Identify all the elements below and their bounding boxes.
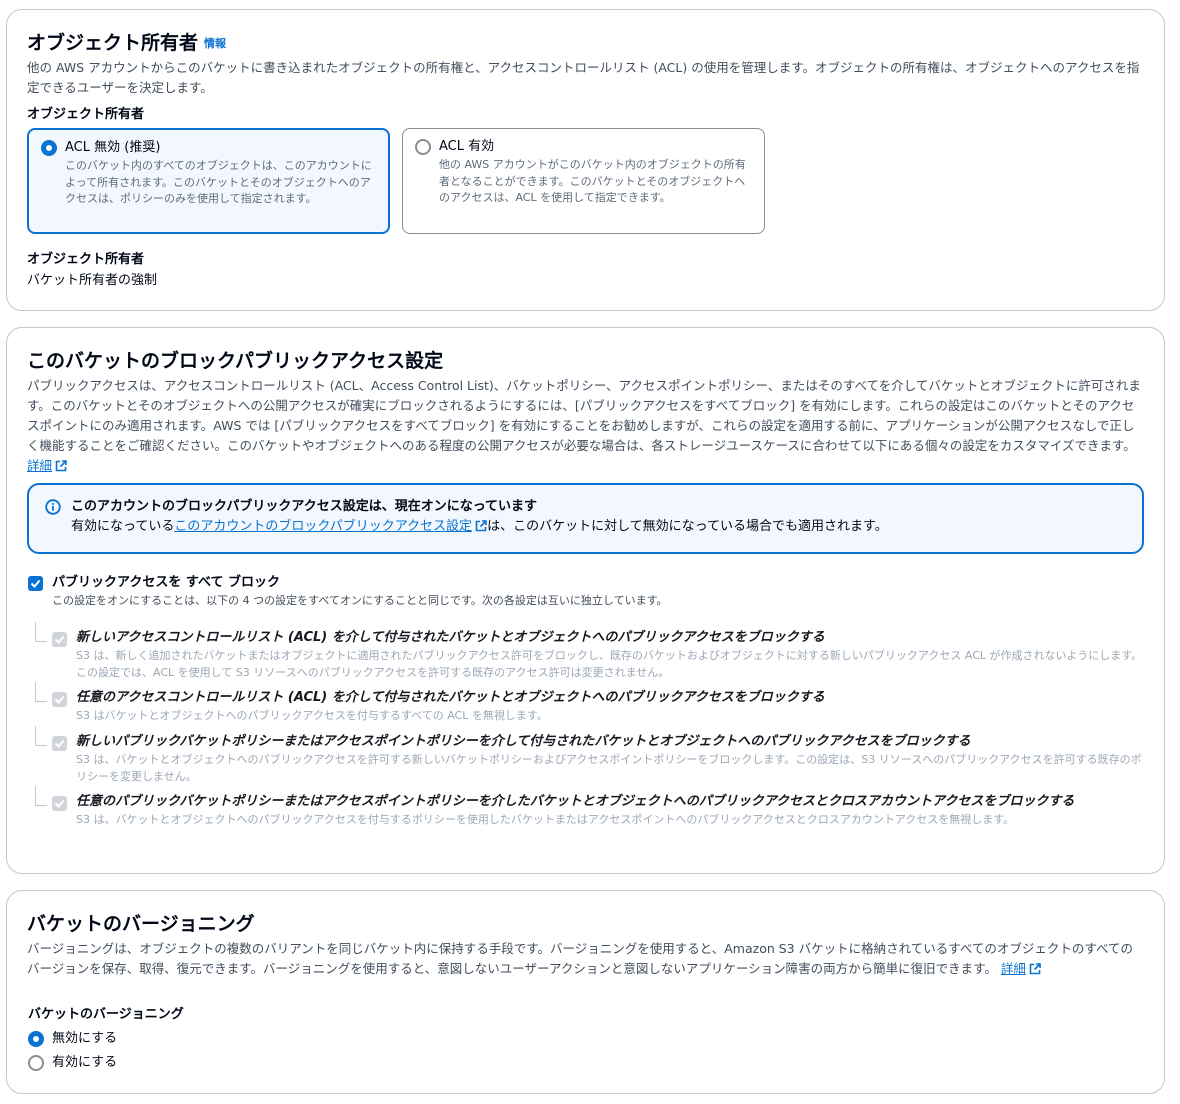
- alert-body-suffix: は、このバケットに対して無効になっている場合でも適用されます。: [487, 519, 888, 534]
- block-public-access-description: パブリックアクセスは、アクセスコントロールリスト (ACL、Access Con…: [27, 376, 1144, 476]
- block-public-access-panel: このバケットのブロックパブリックアクセス設定 パブリックアクセスは、アクセスコン…: [6, 327, 1165, 874]
- versioning-description-text: バージョニングは、オブジェクトの複数のバリアントを同じバケット内に保持する手段で…: [27, 941, 1133, 976]
- check-icon: [30, 579, 41, 588]
- block-all-public-access-checkbox-row[interactable]: パブリックアクセスを すべて ブロック この設定をオンにすることは、以下の 4 …: [28, 573, 1145, 609]
- acl-disabled-option[interactable]: ACL 無効 (推奨) このバケット内のすべてのオブジェクトは、このアカウントに…: [27, 128, 390, 234]
- versioning-field-label: バケットのバージョニング: [28, 1007, 184, 1022]
- bpa-setting-any-policies-label: 任意のパブリックバケットポリシーまたはアクセスポイントポリシーを介したバケットと…: [76, 794, 1075, 809]
- bpa-setting-any-policies[interactable]: 任意のパブリックバケットポリシーまたはアクセスポイントポリシーを介したバケットと…: [28, 786, 1145, 829]
- object-ownership-panel: オブジェクト所有者 情報 他の AWS アカウントからこのバケットに書き込まれたオ…: [6, 9, 1165, 311]
- tree-connector: [35, 726, 47, 746]
- object-ownership-title: オブジェクト所有者: [27, 32, 199, 54]
- external-link-icon: [475, 520, 487, 532]
- acl-disabled-radio[interactable]: [41, 140, 57, 156]
- bpa-setting-any-acls-description: S3 はバケットとオブジェクトへのパブリックアクセスを付与するすべての ACL …: [76, 709, 548, 722]
- external-link-icon: [1029, 963, 1041, 975]
- bpa-setting-any-policies-checkbox[interactable]: [52, 796, 67, 811]
- ownership-summary: オブジェクト所有者 バケット所有者の強制: [27, 251, 157, 290]
- block-public-access-learn-more-link[interactable]: 詳細: [27, 458, 67, 473]
- versioning-enable-label: 有効にする: [52, 1055, 118, 1070]
- bpa-setting-new-acls-checkbox[interactable]: [52, 632, 67, 647]
- versioning-learn-more-link[interactable]: 詳細: [1001, 961, 1041, 976]
- bpa-setting-new-acls[interactable]: 新しいアクセスコントロールリスト (ACL) を介して付与されたバケットとオブジ…: [28, 622, 1145, 681]
- block-all-label: パブリックアクセスを すべて ブロック: [52, 575, 280, 590]
- bpa-setting-new-policies-label: 新しいパブリックバケットポリシーまたはアクセスポイントポリシーを介して付与された…: [76, 734, 971, 749]
- versioning-enable-radio[interactable]: [28, 1055, 44, 1071]
- bpa-setting-new-acls-description: S3 は、新しく追加されたバケットまたはオブジェクトに適用されたパブリックアクセ…: [76, 649, 1143, 679]
- versioning-title: バケットのバージョニング: [27, 913, 255, 935]
- acl-enabled-option[interactable]: ACL 有効 他の AWS アカウントがこのバケット内のオブジェクトの所有者とな…: [402, 128, 765, 234]
- tree-connector: [35, 682, 47, 702]
- check-icon: [54, 695, 65, 704]
- object-ownership-field-label: オブジェクト所有者: [27, 107, 145, 122]
- alert-body-prefix: 有効になっている: [71, 519, 175, 534]
- bpa-setting-any-acls[interactable]: 任意のアクセスコントロールリスト (ACL) を介して付与されたバケットとオブジ…: [28, 682, 1145, 725]
- info-circle-icon: [45, 499, 61, 515]
- object-ownership-info-link[interactable]: 情報: [204, 37, 226, 50]
- ownership-summary-label: オブジェクト所有者: [27, 252, 145, 267]
- object-ownership-header: オブジェクト所有者 情報: [27, 30, 1144, 56]
- check-icon: [54, 739, 65, 748]
- alert-title: このアカウントのブロックパブリックアクセス設定は、現在オンになっています: [71, 499, 538, 514]
- block-public-access-title: このバケットのブロックパブリックアクセス設定: [27, 350, 444, 372]
- bpa-setting-any-acls-checkbox[interactable]: [52, 692, 67, 707]
- tree-connector: [35, 622, 47, 642]
- check-icon: [54, 799, 65, 808]
- account-bpa-settings-link-label: このアカウントのブロックパブリックアクセス設定: [174, 519, 473, 534]
- versioning-description: バージョニングは、オブジェクトの複数のバリアントを同じバケット内に保持する手段で…: [27, 939, 1144, 979]
- learn-more-label: 詳細: [1000, 961, 1026, 976]
- acl-disabled-label: ACL 無効 (推奨): [65, 140, 161, 155]
- bpa-setting-new-policies[interactable]: 新しいパブリックバケットポリシーまたはアクセスポイントポリシーを介して付与された…: [28, 726, 1145, 785]
- versioning-panel: バケットのバージョニング バージョニングは、オブジェクトの複数のバリアントを同じ…: [6, 890, 1165, 1094]
- versioning-disable-option[interactable]: 無効にする: [28, 1030, 117, 1048]
- block-public-access-description-text: パブリックアクセスは、アクセスコントロールリスト (ACL、Access Con…: [27, 378, 1141, 453]
- tree-connector: [35, 786, 47, 806]
- bpa-setting-new-policies-checkbox[interactable]: [52, 736, 67, 751]
- external-link-icon: [55, 460, 67, 472]
- account-bpa-info-alert: このアカウントのブロックパブリックアクセス設定は、現在オンになっています 有効に…: [27, 483, 1144, 554]
- ownership-summary-value: バケット所有者の強制: [27, 273, 158, 288]
- bpa-setting-any-acls-label: 任意のアクセスコントロールリスト (ACL) を介して付与されたバケットとオブジ…: [76, 690, 825, 705]
- versioning-disable-radio[interactable]: [28, 1031, 44, 1047]
- alert-body: 有効になっているこのアカウントのブロックパブリックアクセス設定 は、このバケットに…: [71, 517, 1126, 537]
- acl-enabled-description: 他の AWS アカウントがこのバケット内のオブジェクトの所有者となることができま…: [439, 158, 746, 204]
- versioning-enable-option[interactable]: 有効にする: [28, 1054, 117, 1072]
- learn-more-label: 詳細: [27, 458, 53, 473]
- bpa-setting-any-policies-description: S3 は、バケットとオブジェクトへのパブリックアクセスを付与するポリシーを使用し…: [76, 813, 1015, 826]
- acl-enabled-label: ACL 有効: [439, 139, 495, 154]
- object-ownership-description: 他の AWS アカウントからこのバケットに書き込まれたオブジェクトの所有権と、ア…: [27, 60, 1140, 95]
- acl-enabled-radio[interactable]: [415, 139, 431, 155]
- versioning-disable-label: 無効にする: [52, 1031, 118, 1046]
- acl-disabled-description: このバケット内のすべてのオブジェクトは、このアカウントによって所有されます。この…: [65, 159, 372, 205]
- block-all-description: この設定をオンにすることは、以下の 4 つの設定をすべてオンにすることと同じです…: [52, 594, 668, 607]
- block-all-public-access-checkbox[interactable]: [28, 576, 43, 591]
- account-bpa-settings-link[interactable]: このアカウントのブロックパブリックアクセス設定: [174, 519, 487, 534]
- check-icon: [54, 635, 65, 644]
- bpa-setting-new-policies-description: S3 は、バケットとオブジェクトへのパブリックアクセスを許可する新しいバケットポ…: [76, 753, 1142, 783]
- bpa-setting-new-acls-label: 新しいアクセスコントロールリスト (ACL) を介して付与されたバケットとオブジ…: [76, 630, 825, 645]
